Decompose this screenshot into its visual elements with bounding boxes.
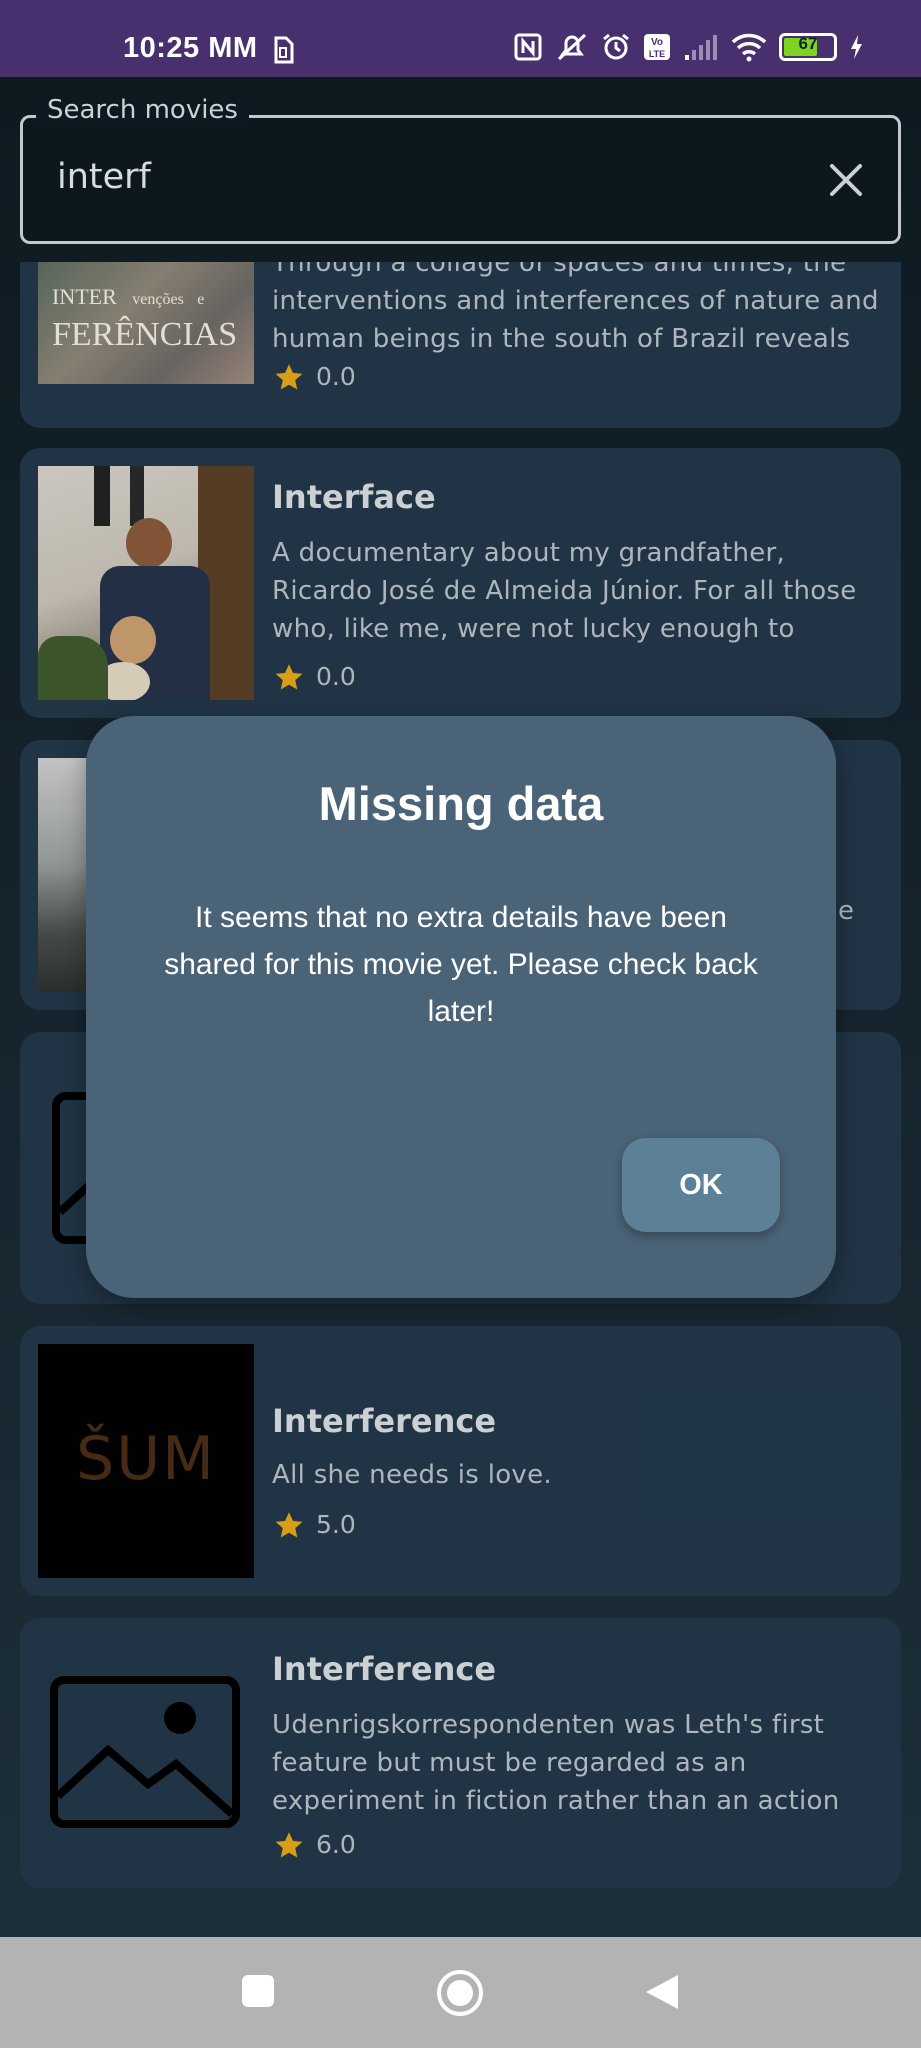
wifi-icon [731,32,767,62]
charging-icon [849,34,863,60]
nfc-icon [513,32,543,62]
recents-icon[interactable] [241,1974,275,2012]
navigation-bar [0,1937,921,2048]
home-icon[interactable] [436,1969,484,2021]
battery-level: 67 [798,34,818,53]
status-time: 10:25 MM [123,32,258,64]
sim-icon [272,36,294,68]
ok-button[interactable]: OK [622,1138,780,1232]
status-bar: 10:25 MM Vo LTE 67 [0,0,921,77]
missing-data-dialog: Missing data It seems that no extra deta… [86,716,836,1298]
svg-text:LTE: LTE [649,49,665,59]
battery-icon: 67 [779,33,837,61]
dialog-title: Missing data [318,777,604,830]
svg-text:Vo: Vo [651,37,663,48]
status-icons: Vo LTE 67 [513,30,863,64]
alarm-icon [601,32,631,62]
dialog-message: It seems that no extra details have been… [164,901,758,1028]
signal-icon [683,33,719,61]
silent-icon [555,32,589,62]
volte-icon: Vo LTE [643,33,671,61]
back-icon[interactable] [644,1973,680,2015]
